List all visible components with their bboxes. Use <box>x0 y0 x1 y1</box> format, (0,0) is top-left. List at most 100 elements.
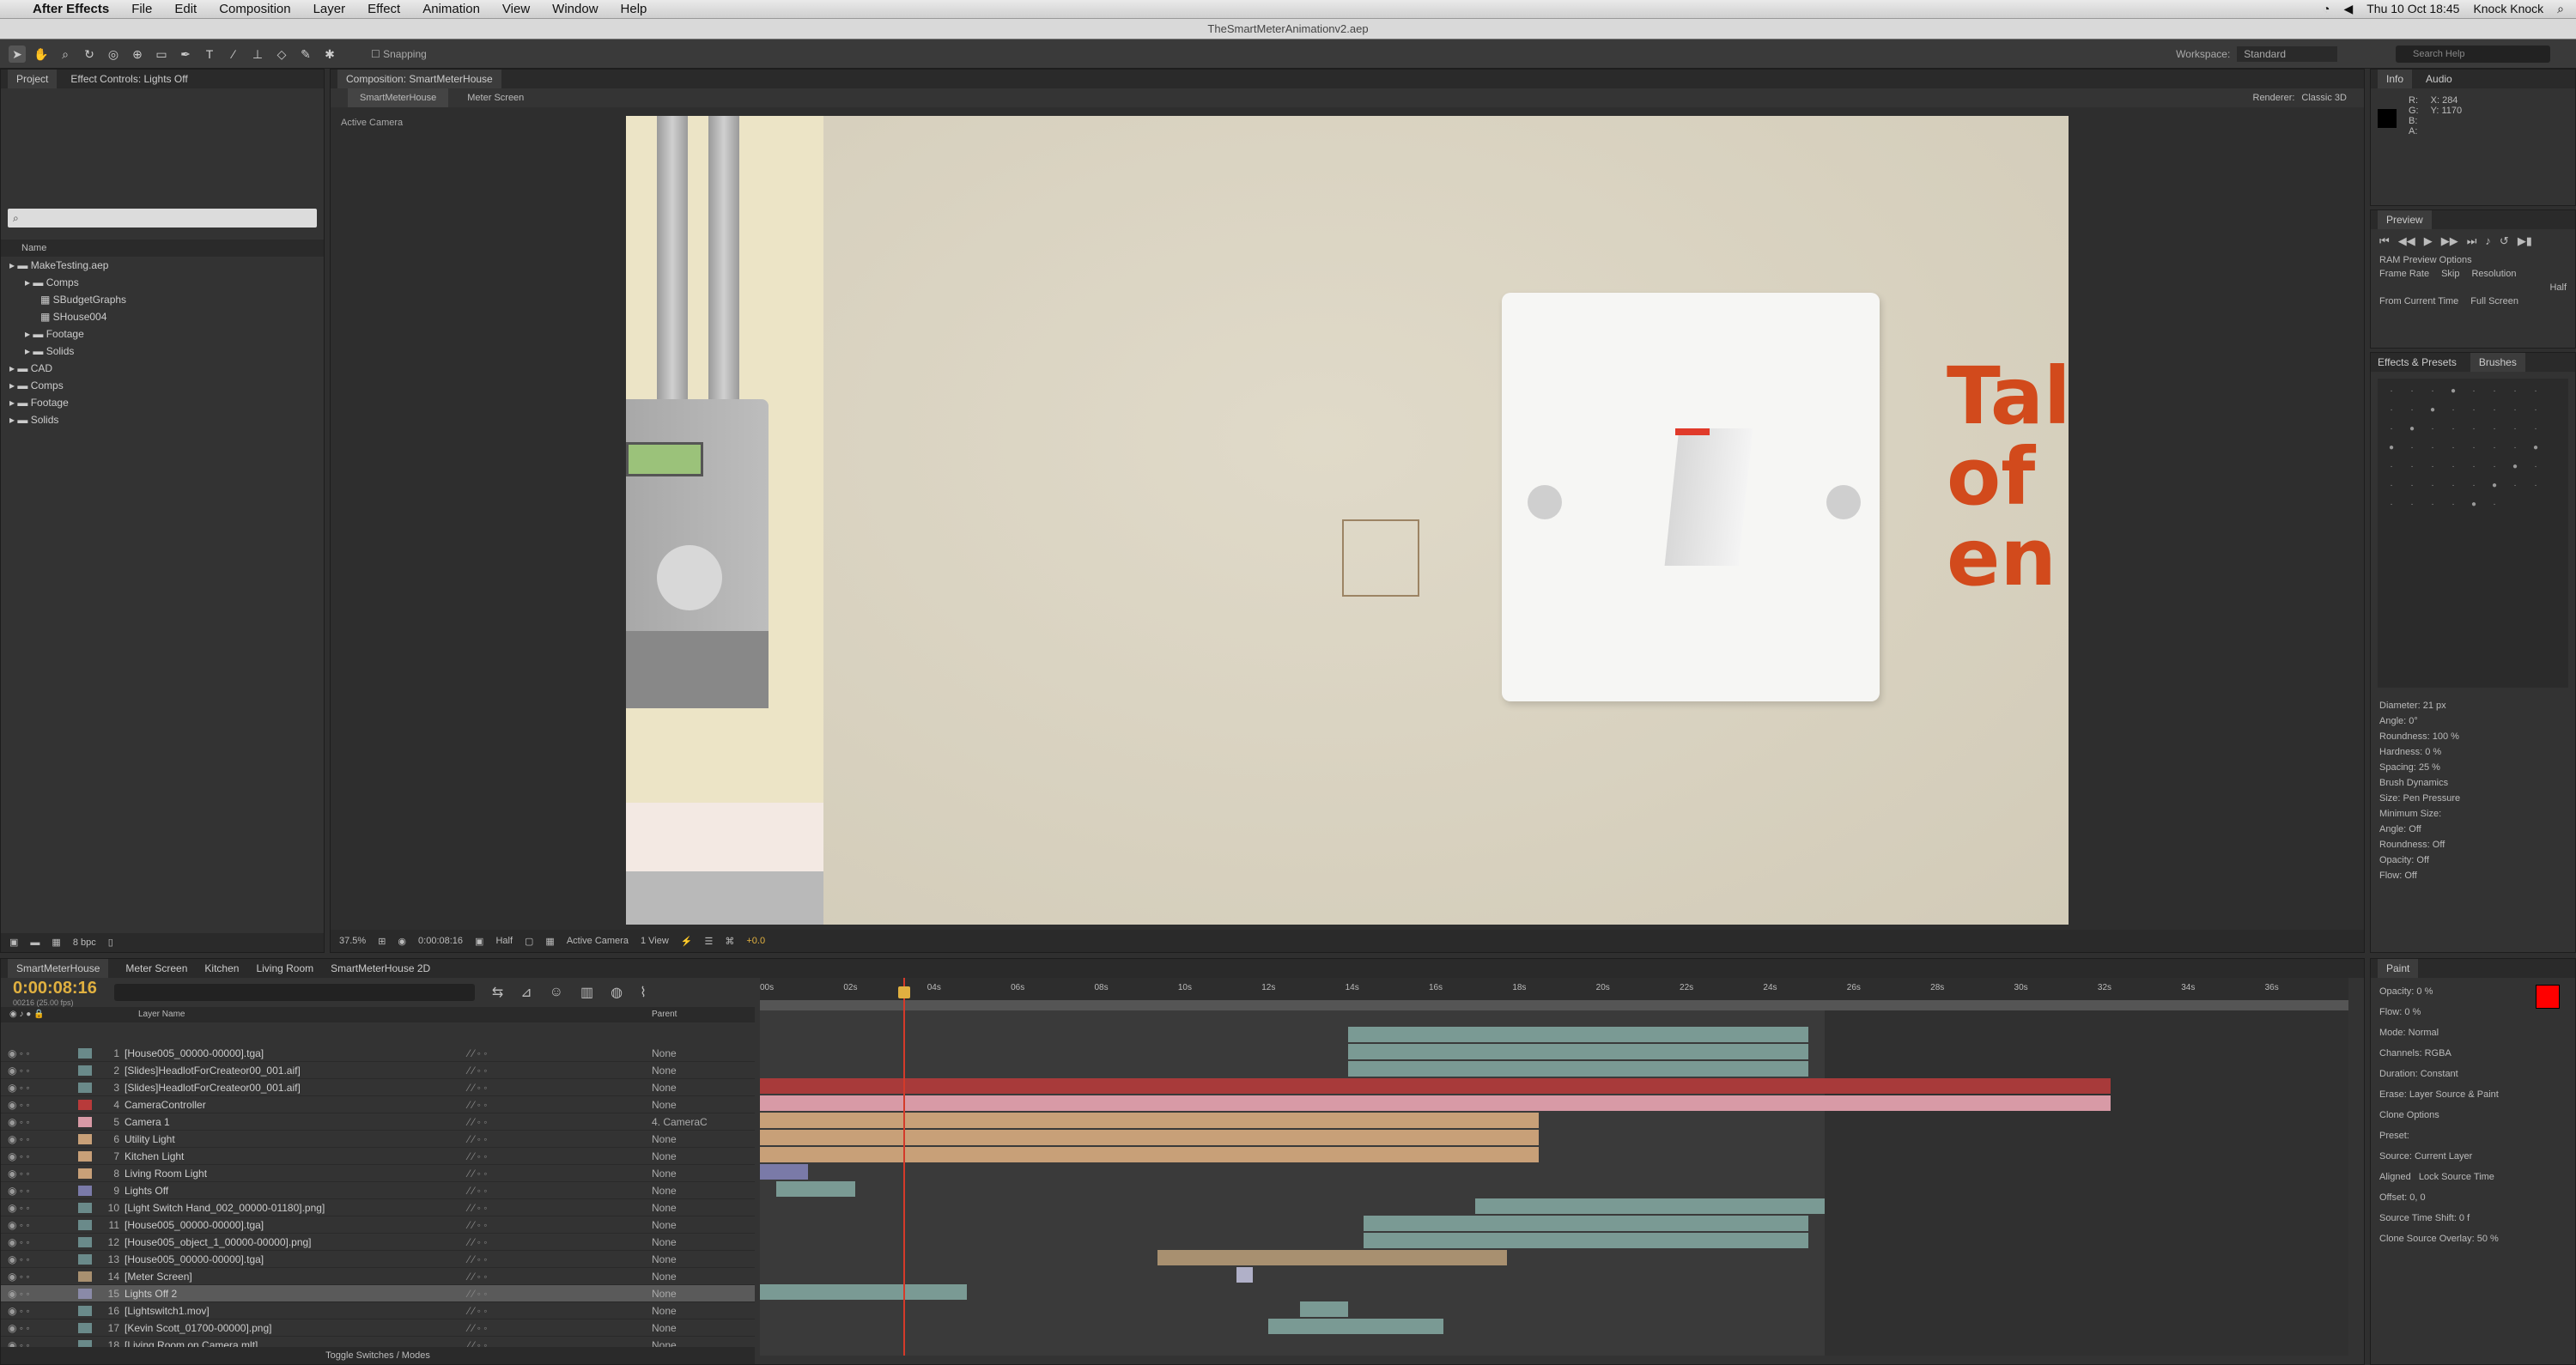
shy-icon[interactable]: ☺ <box>550 985 563 1000</box>
tab-effects-presets[interactable]: Effects & Presets <box>2378 353 2457 372</box>
layer-name[interactable]: Lights Off 2 <box>125 1285 468 1302</box>
timeline-tracks[interactable]: 00s 02s 04s 06s 08s 10s 12s 14s 16s 18s 20s 22s 24s 2… <box>760 978 2348 1356</box>
paint-mode-value[interactable]: Normal <box>2409 1028 2439 1038</box>
comp-mini-flowchart-icon[interactable]: ⇆ <box>492 984 503 1001</box>
eye-icon[interactable]: ◉ ◦ ◦ <box>1 1131 78 1148</box>
layer-switches[interactable]: ⁄ ⁄ ◦ ◦ <box>468 1302 605 1320</box>
viewer[interactable]: Tal of en <box>626 116 2069 925</box>
ram-preview-icon[interactable]: ▶▮ <box>2518 234 2532 248</box>
layer-duration-bar[interactable] <box>1347 1044 1808 1059</box>
brush-hardness[interactable]: Hardness: 0 % <box>2379 744 2567 760</box>
clone-overlay[interactable]: Clone Source Overlay: 50 % <box>2379 1228 2567 1249</box>
camera-tool-icon[interactable]: ◎ <box>105 46 122 63</box>
brush-tip[interactable]: · <box>2381 420 2402 439</box>
brush-tip[interactable]: · <box>2484 420 2505 439</box>
brush-angle[interactable]: Angle: 0° <box>2379 713 2567 729</box>
layer-row[interactable]: ◉ ◦ ◦ 2 [Slides]HeadlotForCreateor00_001.a… <box>1 1062 755 1079</box>
menu-app-name[interactable]: After Effects <box>33 2 109 16</box>
project-folder[interactable]: ▸ ▬ Solids <box>1 411 324 428</box>
clone-tool-icon[interactable]: ⊥ <box>249 46 266 63</box>
layer-name[interactable]: [Light Switch Hand_002_00000-01180].png] <box>125 1199 468 1216</box>
brush-tip[interactable]: · <box>2505 439 2525 458</box>
layer-switches[interactable]: ⁄ ⁄ ◦ ◦ <box>468 1268 605 1285</box>
brush-tip[interactable]: · <box>2525 420 2546 439</box>
layer-row[interactable]: ◉ ◦ ◦ 13 [House005_00000-00000].tga] ⁄ ⁄ ◦ … <box>1 1251 755 1268</box>
tab-info[interactable]: Info <box>2378 70 2413 88</box>
eye-icon[interactable]: ◉ ◦ ◦ <box>1 1285 78 1302</box>
brush-tip[interactable]: ● <box>2505 458 2525 476</box>
parent-select[interactable]: None <box>652 1182 755 1199</box>
label-color[interactable] <box>78 1047 92 1059</box>
views-select[interactable]: 1 View <box>641 936 669 946</box>
hand-tool-icon[interactable]: ✋ <box>33 46 50 63</box>
eye-icon[interactable]: ◉ ◦ ◦ <box>1 1216 78 1234</box>
layer-name[interactable]: [Slides]HeadlotForCreateor00_001.aif] <box>125 1079 468 1096</box>
layer-name[interactable]: [House005_00000-00000].tga] <box>125 1251 468 1268</box>
exposure-value[interactable]: +0.0 <box>746 936 765 946</box>
layer-duration-bar[interactable] <box>1300 1301 1348 1317</box>
camera-select[interactable]: Active Camera <box>567 936 629 946</box>
paint-erase-value[interactable]: Layer Source & Paint <box>2409 1089 2499 1100</box>
brush-size-value[interactable]: Pen Pressure <box>2403 793 2461 804</box>
roi-icon[interactable]: ▢ <box>525 936 533 947</box>
lock-source-checkbox[interactable]: Lock Source Time <box>2419 1172 2494 1182</box>
trash-icon[interactable]: ▯ <box>108 933 113 952</box>
pan-behind-tool-icon[interactable]: ⊕ <box>129 46 146 63</box>
layer-switches[interactable]: ⁄ ⁄ ◦ ◦ <box>468 1096 605 1113</box>
layer-row[interactable]: ◉ ◦ ◦ 11 [House005_00000-00000].tga] ⁄ ⁄ ◦ … <box>1 1216 755 1234</box>
project-folder[interactable]: ▸ ▬ Solids <box>1 343 324 360</box>
eye-icon[interactable]: ◉ ◦ ◦ <box>1 1199 78 1216</box>
brush-roundness[interactable]: Roundness: 100 % <box>2379 729 2567 744</box>
play-icon[interactable]: ▶ <box>2424 234 2433 248</box>
project-folder[interactable]: ▸ ▬ MakeTesting.aep <box>1 257 324 274</box>
layer-row[interactable]: ◉ ◦ ◦ 4 CameraController ⁄ ⁄ ◦ ◦ None <box>1 1096 755 1113</box>
menu-layer[interactable]: Layer <box>313 2 346 16</box>
layer-switches[interactable]: ⁄ ⁄ ◦ ◦ <box>468 1320 605 1337</box>
parent-select[interactable]: None <box>652 1096 755 1113</box>
layer-duration-bar[interactable] <box>1474 1198 1825 1214</box>
layer-switches[interactable]: ⁄ ⁄ ◦ ◦ <box>468 1113 605 1131</box>
layer-duration-bar[interactable] <box>1157 1250 1507 1265</box>
menu-window[interactable]: Window <box>552 2 598 16</box>
layer-row[interactable]: ◉ ◦ ◦ 15 Lights Off 2 ⁄ ⁄ ◦ ◦ None <box>1 1285 755 1302</box>
brush-tip[interactable]: · <box>2525 458 2546 476</box>
menu-clock[interactable]: Thu 10 Oct 18:45 <box>2366 2 2459 16</box>
grid-icon[interactable]: ⊞ <box>378 936 386 947</box>
parent-select[interactable]: None <box>652 1131 755 1148</box>
layer-switches[interactable]: ⁄ ⁄ ◦ ◦ <box>468 1251 605 1268</box>
project-column-name[interactable]: Name <box>1 240 324 257</box>
menu-animation[interactable]: Animation <box>422 2 480 16</box>
eye-icon[interactable]: ◉ ◦ ◦ <box>1 1096 78 1113</box>
parent-select[interactable]: None <box>652 1165 755 1182</box>
eye-icon[interactable]: ◉ ◦ ◦ <box>1 1320 78 1337</box>
layer-name-header[interactable]: Layer Name <box>138 1007 482 1022</box>
layer-switches[interactable]: ⁄ ⁄ ◦ ◦ <box>468 1182 605 1199</box>
layer-row[interactable]: ◉ ◦ ◦ 5 Camera 1 ⁄ ⁄ ◦ ◦ 4. CameraC <box>1 1113 755 1131</box>
fast-preview-icon[interactable]: ⚡ <box>681 936 693 947</box>
rectangle-tool-icon[interactable]: ▭ <box>153 46 170 63</box>
paint-duration-value[interactable]: Constant <box>2421 1069 2458 1079</box>
label-color[interactable] <box>78 1305 92 1316</box>
eye-icon[interactable]: ◉ ◦ ◦ <box>1 1113 78 1131</box>
layer-duration-bar[interactable] <box>760 1284 967 1300</box>
ram-preview-options[interactable]: RAM Preview Options <box>2371 253 2575 267</box>
layer-name[interactable]: Kitchen Light <box>125 1148 468 1165</box>
eye-icon[interactable]: ◉ ◦ ◦ <box>1 1045 78 1062</box>
label-color[interactable] <box>78 1185 92 1196</box>
layer-duration-bar[interactable] <box>760 1130 1539 1145</box>
wifi-icon[interactable]: ◔ <box>2323 2 2330 16</box>
layer-name[interactable]: [Kevin Scott_01700-00000].png] <box>125 1320 468 1337</box>
parent-select[interactable]: None <box>652 1302 755 1320</box>
brush-tip[interactable]: · <box>2443 401 2464 420</box>
paint-channels-value[interactable]: RGBA <box>2425 1048 2451 1059</box>
layer-duration-bar[interactable] <box>760 1147 1539 1162</box>
layer-duration-bar[interactable] <box>775 1181 855 1197</box>
layer-switches[interactable]: ⁄ ⁄ ◦ ◦ <box>468 1062 605 1079</box>
pen-tool-icon[interactable]: ✒ <box>177 46 194 63</box>
parent-select[interactable]: None <box>652 1320 755 1337</box>
layer-row[interactable]: ◉ ◦ ◦ 14 [Meter Screen] ⁄ ⁄ ◦ ◦ None <box>1 1268 755 1285</box>
tab-paint[interactable]: Paint <box>2378 959 2419 978</box>
work-area-bar[interactable] <box>760 1000 2348 1010</box>
roto-tool-icon[interactable]: ✎ <box>297 46 314 63</box>
brush-tip[interactable]: · <box>2443 420 2464 439</box>
